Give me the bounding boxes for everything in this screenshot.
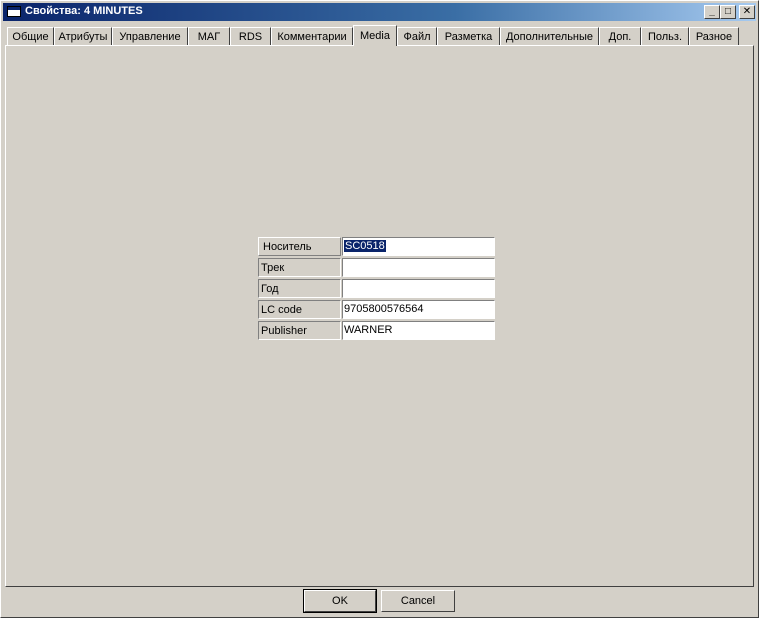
publisher-field[interactable]: WARNER (342, 321, 495, 340)
close-icon: ✕ (742, 6, 752, 17)
field-value-selected: SC0518 (344, 240, 386, 252)
tab-attributes[interactable]: Атрибуты (54, 27, 112, 45)
tab-label: МАГ (197, 30, 221, 43)
tab-label: Media (360, 30, 390, 42)
media-properties-grid: Носитель SC0518 Трек Год LC code 9705800… (258, 236, 496, 341)
tab-label: Разное (695, 30, 733, 43)
tab-mag[interactable]: МАГ (188, 27, 230, 45)
tab-strip: Общие Атрибуты Управление МАГ RDS Коммен… (5, 25, 755, 46)
tab-markup[interactable]: Разметка (437, 27, 500, 45)
tab-label: Доп. (608, 30, 632, 43)
carrier-field[interactable]: SC0518 (342, 237, 495, 256)
tab-label: Разметка (444, 30, 493, 43)
field-label: LC code (258, 300, 341, 319)
maximize-icon: □ (724, 6, 732, 17)
tab-extra[interactable]: Доп. (599, 27, 641, 45)
title-bar[interactable]: Свойства: 4 MINUTES _ □ ✕ (3, 3, 756, 21)
tab-rds[interactable]: RDS (230, 27, 271, 45)
tab-media[interactable]: Media (353, 25, 397, 46)
tab-user[interactable]: Польз. (641, 27, 689, 45)
maximize-button[interactable]: □ (720, 5, 736, 19)
window-title: Свойства: 4 MINUTES (25, 5, 143, 17)
tab-label: Дополнительные (505, 30, 594, 43)
tab-control[interactable]: Управление (112, 27, 188, 45)
tab-label: Польз. (647, 30, 683, 43)
tab-label: Комментарии (277, 30, 347, 43)
properties-window: Свойства: 4 MINUTES _ □ ✕ Общие Атрибуты… (0, 0, 759, 618)
field-row-year: Год (258, 278, 496, 299)
cancel-button[interactable]: Cancel (381, 590, 455, 612)
close-button[interactable]: ✕ (739, 5, 755, 19)
tab-additional[interactable]: Дополнительные (500, 27, 599, 45)
tab-label: Атрибуты (58, 30, 108, 43)
track-field[interactable] (342, 258, 495, 277)
field-label: Трек (258, 258, 341, 277)
minimize-icon: _ (709, 6, 715, 17)
tab-comments[interactable]: Комментарии (271, 27, 353, 45)
lc-code-field[interactable]: 9705800576564 (342, 300, 495, 319)
field-row-publisher: Publisher WARNER (258, 320, 496, 341)
window-icon (7, 6, 21, 17)
ok-button[interactable]: OK (303, 589, 377, 613)
tab-general[interactable]: Общие (7, 27, 54, 45)
media-tab-panel: Носитель SC0518 Трек Год LC code 9705800… (5, 45, 754, 587)
tab-label: Файл (403, 30, 431, 43)
year-field[interactable] (342, 279, 495, 298)
field-label: Publisher (258, 321, 341, 340)
field-row-carrier: Носитель SC0518 (258, 236, 496, 257)
minimize-button[interactable]: _ (704, 5, 720, 19)
tab-file[interactable]: Файл (397, 27, 437, 45)
field-row-lc-code: LC code 9705800576564 (258, 299, 496, 320)
tab-label: Управление (119, 30, 181, 43)
tab-label: Общие (12, 30, 49, 43)
field-label: Носитель (258, 237, 341, 256)
tab-misc[interactable]: Разное (689, 27, 739, 45)
field-row-track: Трек (258, 257, 496, 278)
field-label: Год (258, 279, 341, 298)
tab-label: RDS (238, 30, 263, 43)
